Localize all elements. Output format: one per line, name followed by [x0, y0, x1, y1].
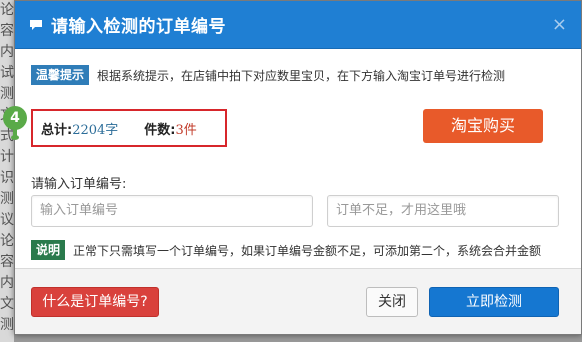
close-button[interactable]: 关闭 — [366, 287, 418, 317]
background-page-text: 论 容 内 试 测 文 式 计 识 测 议 论 容 内 文 测 — [0, 0, 14, 342]
dialog-footer: 什么是订单编号? 关闭 立即检测 — [15, 268, 581, 334]
step-marker: 4 — [3, 106, 27, 130]
extra-order-number-input[interactable]: 订单不足，才用这里哦 — [327, 195, 559, 227]
dialog-title: 请输入检测的订单编号 — [51, 17, 226, 37]
total-label: 总计: — [41, 122, 73, 138]
order-number-label: 请输入订单编号: — [31, 177, 127, 192]
order-number-input[interactable]: 输入订单编号 — [31, 195, 313, 227]
check-now-button[interactable]: 立即检测 — [429, 287, 559, 317]
taobao-buy-button[interactable]: 淘宝购买 — [423, 109, 543, 143]
dialog-header: 请输入检测的订单编号 × — [15, 1, 581, 49]
order-summary-box: 总计: 2204字 件数: 3件 — [31, 109, 227, 147]
note-tag: 说明 — [31, 240, 66, 260]
order-check-dialog: 请输入检测的订单编号 × 温馨提示 根据系统提示，在店铺中拍下对应数里宝贝，在下… — [3, 0, 582, 335]
tip-row: 温馨提示 根据系统提示，在店铺中拍下对应数里宝贝，在下方输入淘宝订单号进行检测 — [31, 65, 505, 85]
note-text: 正常下只需填写一个订单编号，如果订单编号金额不足，可添加第二个，系统会合并金额 — [73, 243, 542, 258]
total-value: 2204字 — [72, 122, 119, 138]
tip-text: 根据系统提示，在店铺中拍下对应数里宝贝，在下方输入淘宝订单号进行检测 — [97, 68, 506, 83]
chat-bubble-icon — [30, 19, 42, 30]
note-row: 说明 正常下只需填写一个订单编号，如果订单编号金额不足，可添加第二个，系统会合并… — [31, 240, 541, 260]
tip-tag: 温馨提示 — [31, 65, 90, 85]
what-is-order-number-button[interactable]: 什么是订单编号? — [31, 287, 159, 317]
count-value: 3件 — [175, 122, 197, 138]
close-icon[interactable]: × — [552, 14, 567, 35]
count-label: 件数: — [144, 122, 176, 138]
step-marker-dot — [11, 135, 19, 140]
